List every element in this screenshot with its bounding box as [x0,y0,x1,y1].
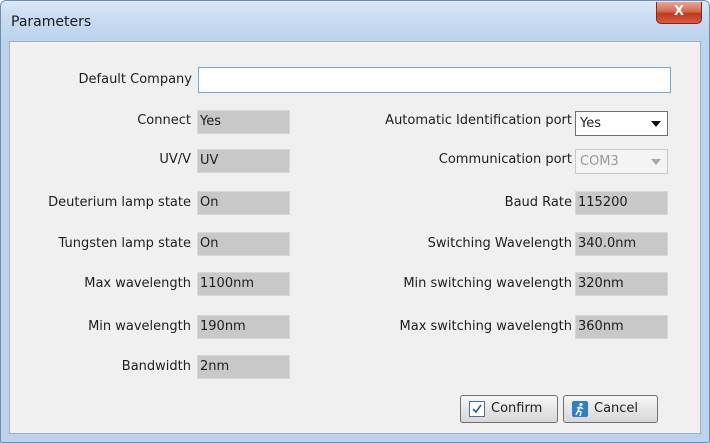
bandwidth-label: Bandwidth [121,359,191,374]
baud-rate-label: Baud Rate [504,195,572,210]
cancel-label: Cancel [594,401,639,416]
min-switching-wavelength-value: 320nm [575,272,668,296]
checkbox-icon [469,401,485,417]
uvv-label: UV/V [159,152,191,167]
deuterium-lamp-label: Deuterium lamp state [48,195,191,210]
switching-wavelength-label: Switching Wavelength [427,236,572,251]
confirm-label: Confirm [491,401,543,416]
tungsten-lamp-value: On [197,232,290,256]
close-icon: X [673,4,685,19]
max-wavelength-value: 1100nm [197,272,290,296]
comm-port-select: COM3 [575,149,668,174]
min-wavelength-label: Min wavelength [88,319,191,334]
connect-label: Connect [137,113,191,128]
default-company-label: Default Company [78,72,192,87]
max-switching-wavelength-value: 360nm [575,315,668,339]
chevron-down-icon [651,121,661,127]
auto-id-port-label: Automatic Identification port [385,113,572,128]
auto-id-port-select[interactable]: Yes [575,111,668,136]
switching-wavelength-value: 340.0nm [575,232,668,256]
baud-rate-value: 115200 [575,191,668,215]
default-company-input[interactable] [198,67,671,93]
connect-value: Yes [197,110,290,134]
comm-port-label: Communication port [438,152,572,167]
min-wavelength-value: 190nm [197,315,290,339]
deuterium-lamp-value: On [197,191,290,215]
max-wavelength-label: Max wavelength [84,276,191,291]
dialog-body: Default Company Connect Yes UV/V UV Deut… [9,41,701,434]
close-button[interactable]: X [656,2,702,24]
uvv-value: UV [197,149,290,173]
max-switching-wavelength-label: Max switching wavelength [399,319,572,334]
bandwidth-value: 2nm [197,355,290,379]
title-bar: Parameters X [1,1,709,41]
min-switching-wavelength-label: Min switching wavelength [403,276,572,291]
tungsten-lamp-label: Tungsten lamp state [58,236,192,251]
window-title: Parameters [11,14,92,30]
chevron-down-icon [651,159,661,165]
confirm-button[interactable]: Confirm [460,395,558,423]
parameters-dialog: Parameters X Default Company Connect Yes… [0,0,710,443]
running-man-icon [572,401,588,417]
cancel-button[interactable]: Cancel [563,395,658,423]
